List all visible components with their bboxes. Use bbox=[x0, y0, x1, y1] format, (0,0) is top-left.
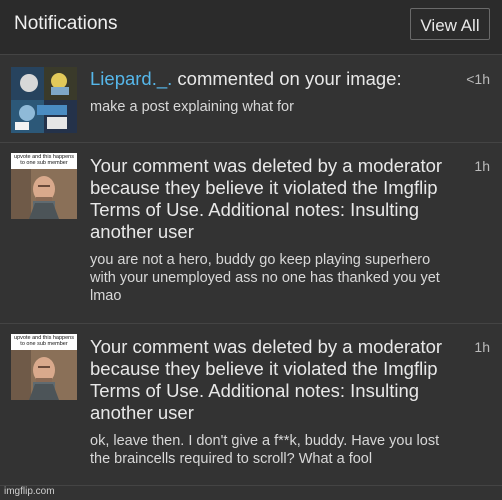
notification-thumbnail[interactable] bbox=[11, 67, 77, 133]
page-title: Notifications bbox=[14, 13, 118, 34]
notification-title: Your comment was deleted by a moderator … bbox=[90, 155, 443, 242]
commenter-username[interactable]: Liepard._. bbox=[90, 68, 172, 89]
notification-message: make a post explaining what for bbox=[90, 99, 294, 115]
notification-time: 1h bbox=[474, 339, 490, 355]
notifications-panel: Notifications View All Liepard._. commen… bbox=[0, 0, 502, 500]
thumbnail-caption: upvote and this happens to one sub membe… bbox=[14, 154, 74, 166]
thumbnail-caption: upvote and this happens to one sub membe… bbox=[14, 335, 74, 347]
notification-thumbnail[interactable]: upvote and this happens to one sub membe… bbox=[11, 153, 77, 219]
view-all-button[interactable]: View All bbox=[410, 8, 490, 40]
notification-item[interactable]: upvote and this happens to one sub membe… bbox=[0, 324, 502, 486]
notification-message: ok, leave then. I don't give a f**k, bud… bbox=[90, 433, 440, 467]
notification-time: 1h bbox=[474, 158, 490, 174]
notification-item[interactable]: Liepard._. commented on your image: make… bbox=[0, 55, 502, 143]
notification-thumbnail[interactable]: upvote and this happens to one sub membe… bbox=[11, 334, 77, 400]
notifications-header: Notifications View All bbox=[0, 0, 502, 55]
notification-message: you are not a hero, buddy go keep playin… bbox=[90, 252, 440, 304]
notification-action: commented on your image: bbox=[172, 68, 402, 89]
notification-title: Your comment was deleted by a moderator … bbox=[90, 336, 443, 423]
notification-title: Liepard._. commented on your image: bbox=[90, 68, 460, 90]
notification-item[interactable]: upvote and this happens to one sub membe… bbox=[0, 143, 502, 324]
notification-time: <1h bbox=[466, 71, 490, 87]
imgflip-watermark: imgflip.com bbox=[4, 486, 55, 497]
